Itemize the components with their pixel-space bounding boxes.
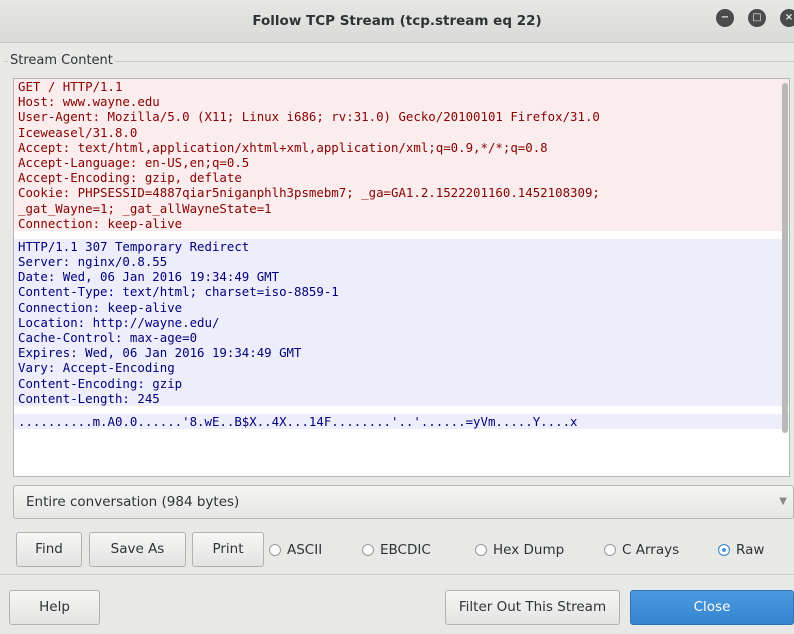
radio-label: C Arrays [622,542,680,558]
server-line: Content-Encoding: gzip [14,375,789,391]
find-button[interactable]: Find [16,532,82,567]
client-line: _gat_Wayne=1; _gat_allWayneState=1 [14,200,789,216]
radio-label: EBCDIC [380,542,431,558]
title-bar[interactable]: Follow TCP Stream (tcp.stream eq 22) − □… [0,0,794,43]
button-bar-separator [0,574,794,575]
client-line: Iceweasel/31.8.0 [14,124,789,140]
server-line: Location: http://wayne.edu/ [14,314,789,330]
maximize-button[interactable]: □ [748,9,766,27]
stream-content-text[interactable]: GET / HTTP/1.1 Host: www.wayne.edu User-Ag… [13,78,790,477]
conversation-select-value: Entire conversation (984 bytes) [26,494,240,510]
stream-frame-border [4,61,794,62]
radio-hex-dump[interactable]: Hex Dump [475,538,564,562]
radio-indicator-icon [604,544,616,556]
radio-indicator-icon [269,544,281,556]
server-line: Connection: keep-alive [14,299,789,315]
filter-out-stream-button[interactable]: Filter Out This Stream [445,590,620,625]
window-title: Follow TCP Stream (tcp.stream eq 22) [252,13,542,29]
client-line: Accept-Language: en-US,en;q=0.5 [14,154,789,171]
print-button[interactable]: Print [192,532,264,567]
client-line: Accept: text/html,application/xhtml+xml,… [14,139,789,155]
server-response-block: HTTP/1.1 307 Temporary Redirect Server: n… [14,238,789,406]
radio-label: Hex Dump [493,542,565,558]
binary-data-line: ..........m.A0.0......'8.wE..B$X..4X...1… [14,413,789,430]
client-line: GET / HTTP/1.1 [14,79,789,95]
radio-indicator-icon [475,544,487,556]
client-line: Connection: keep-alive [14,215,789,231]
close-window-button[interactable]: × [780,9,794,27]
client-line: Accept-Encoding: gzip, deflate [14,170,789,186]
client-line: User-Agent: Mozilla/5.0 (X11; Linux i686… [14,109,789,125]
server-line: Cache-Control: max-age=0 [14,330,789,346]
stream-content-label: Stream Content [8,53,115,68]
close-button[interactable]: Close [630,590,794,625]
minimize-button[interactable]: − [716,9,734,27]
server-line: Date: Wed, 06 Jan 2016 19:34:49 GMT [14,269,789,285]
radio-label: Raw [736,542,765,558]
radio-indicator-icon [718,544,730,556]
vertical-scrollbar[interactable] [782,83,788,433]
server-line: HTTP/1.1 307 Temporary Redirect [14,238,789,255]
save-as-button[interactable]: Save As [89,532,186,567]
radio-indicator-icon [362,544,374,556]
server-line: Content-Type: text/html; charset=iso-885… [14,284,789,300]
radio-label: ASCII [287,542,323,558]
server-line: Content-Length: 245 [14,390,789,406]
server-line: Expires: Wed, 06 Jan 2016 19:34:49 GMT [14,345,789,361]
chevron-down-icon: ▼ [779,496,787,507]
help-button[interactable]: Help [9,590,100,625]
client-request-block: GET / HTTP/1.1 Host: www.wayne.edu User-Ag… [14,79,789,231]
radio-c-arrays[interactable]: C Arrays [604,538,679,562]
client-line: Host: www.wayne.edu [14,94,789,110]
radio-ebcdic[interactable]: EBCDIC [362,538,431,562]
client-line: Cookie: PHPSESSID=4887qiar5niganphlh3psm… [14,185,789,201]
radio-raw[interactable]: Raw [718,538,764,562]
server-line: Server: nginx/0.8.55 [14,254,789,270]
server-line: Vary: Accept-Encoding [14,360,789,376]
radio-ascii[interactable]: ASCII [269,538,322,562]
conversation-select[interactable]: Entire conversation (984 bytes) ▼ [13,485,794,519]
